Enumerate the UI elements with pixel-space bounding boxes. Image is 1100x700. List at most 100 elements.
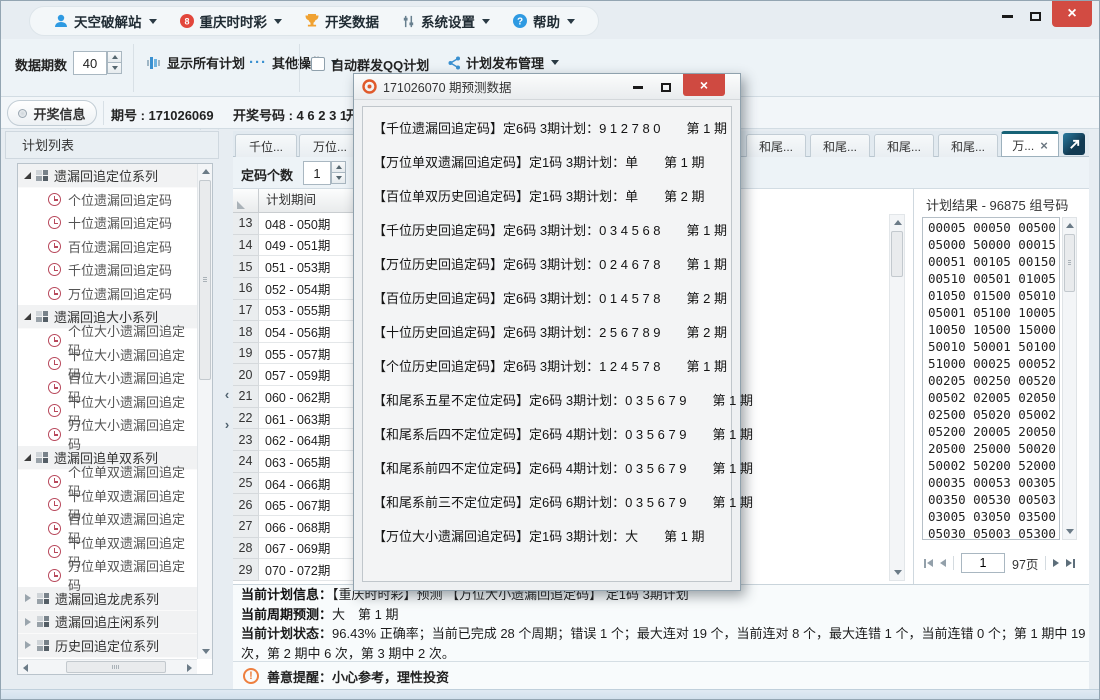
results-pager: 97页	[918, 551, 1075, 575]
tree-item[interactable]: 历史回追定位系列	[18, 634, 197, 658]
tree-item[interactable]: 个位遗漏回追定码	[18, 188, 197, 212]
results-list[interactable]: 00005 00050 00500 05000 50000 00015 0005…	[922, 217, 1060, 540]
scroll-up-icon[interactable]	[1062, 218, 1077, 233]
grid-header-period[interactable]: 计划期间	[259, 189, 357, 213]
results-scrollbar[interactable]	[1062, 217, 1077, 540]
table-row[interactable]: 13 048 - 050期	[233, 213, 358, 235]
page-number-input[interactable]	[961, 553, 1005, 573]
twisty-icon[interactable]	[25, 594, 31, 602]
code-count-stepper[interactable]	[331, 161, 346, 185]
menu-lottery[interactable]: 8 重庆时时彩	[170, 11, 292, 31]
menu-help[interactable]: ? 帮助	[503, 11, 584, 31]
scroll-up-icon[interactable]	[890, 215, 905, 230]
spin-down-icon[interactable]	[331, 172, 346, 184]
table-row[interactable]: 28 067 - 069期	[233, 538, 358, 560]
dialog-maximize-button[interactable]	[654, 79, 678, 95]
tab-close-icon[interactable]: ×	[1040, 138, 1048, 153]
tree-item[interactable]: 遗漏回追庄闲系列	[18, 611, 197, 635]
prev-page-button[interactable]	[940, 559, 946, 567]
tree-horizontal-scrollbar[interactable]	[18, 659, 197, 674]
collapse-left-button[interactable]: ‹	[221, 381, 233, 407]
maximize-button[interactable]	[1022, 7, 1048, 25]
results-row: 00005 00050 00500	[928, 220, 1059, 237]
scrollbar-thumb[interactable]	[66, 661, 166, 673]
code-count-input[interactable]	[303, 161, 331, 185]
scroll-up-icon[interactable]	[198, 164, 213, 179]
tree-item[interactable]: 千位遗漏回追定码	[18, 258, 197, 282]
draw-info-button[interactable]: 开奖信息	[7, 100, 97, 126]
table-row[interactable]: 23 062 - 064期	[233, 429, 358, 451]
table-row[interactable]: 29 070 - 072期	[233, 559, 358, 581]
scrollbar-thumb[interactable]	[891, 231, 903, 277]
period-cell: 060 - 062期	[259, 386, 357, 408]
menu-settings[interactable]: 系统设置	[392, 11, 499, 31]
twisty-icon[interactable]	[24, 454, 31, 461]
other-operations-button[interactable]: ··· 其他操作	[249, 53, 339, 72]
tree-item[interactable]: 百位遗漏回追定码	[18, 235, 197, 259]
warning-row: ! 善意提醒：小心参考，理性投资	[233, 661, 1100, 690]
tree-item[interactable]: 十位遗漏回追定码	[18, 211, 197, 235]
tree-vertical-scrollbar[interactable]	[197, 164, 212, 659]
show-all-plans-button[interactable]: 显示所有计划	[147, 53, 245, 72]
tab-hewei-1[interactable]: 和尾...	[746, 134, 806, 157]
scroll-down-icon[interactable]	[1062, 524, 1077, 539]
twisty-icon[interactable]	[25, 618, 31, 626]
scrollbar-thumb[interactable]	[1064, 234, 1075, 292]
dialog-minimize-button[interactable]	[626, 79, 650, 95]
scroll-down-icon[interactable]	[198, 644, 213, 659]
menu-site[interactable]: 天空破解站	[44, 11, 166, 31]
tree-item[interactable]: 遗漏回追定位系列	[18, 164, 197, 188]
table-row[interactable]: 27 066 - 068期	[233, 516, 358, 538]
menu-draw-data[interactable]: 开奖数据	[295, 11, 388, 31]
grid-corner-cell[interactable]	[233, 189, 259, 213]
dialog-close-button[interactable]: ×	[683, 74, 725, 96]
scroll-left-icon[interactable]	[18, 660, 33, 675]
table-row[interactable]: 19 055 - 057期	[233, 343, 358, 365]
row-number-cell: 20	[233, 364, 259, 386]
node-icon	[48, 404, 61, 417]
scroll-down-icon[interactable]	[890, 565, 905, 580]
node-icon	[48, 381, 61, 394]
table-row[interactable]: 15 051 - 053期	[233, 256, 358, 278]
popout-icon[interactable]	[1063, 133, 1085, 155]
auto-qq-checkbox[interactable]	[311, 57, 325, 71]
target-icon	[362, 79, 377, 94]
table-row[interactable]: 17 053 - 055期	[233, 300, 358, 322]
period-count-input[interactable]	[73, 51, 107, 75]
table-row[interactable]: 24 063 - 065期	[233, 451, 358, 473]
twisty-icon[interactable]	[24, 313, 31, 320]
twisty-icon[interactable]	[24, 172, 31, 179]
first-page-button[interactable]	[924, 559, 933, 568]
scrollbar-thumb[interactable]	[199, 180, 211, 380]
table-row[interactable]: 21 060 - 062期	[233, 386, 358, 408]
content-vertical-scrollbar[interactable]	[889, 214, 905, 581]
table-row[interactable]: 16 052 - 054期	[233, 278, 358, 300]
last-page-button[interactable]	[1066, 559, 1075, 568]
close-button[interactable]: ×	[1052, 1, 1092, 27]
table-row[interactable]: 18 054 - 056期	[233, 321, 358, 343]
tab-hewei-4[interactable]: 和尾...	[938, 134, 998, 157]
tree-item[interactable]: 万位单双遗漏回追定码	[18, 564, 197, 588]
tab-hewei-3[interactable]: 和尾...	[874, 134, 934, 157]
spin-down-icon[interactable]	[107, 62, 122, 74]
table-row[interactable]: 22 061 - 063期	[233, 408, 358, 430]
table-row[interactable]: 25 064 - 066期	[233, 473, 358, 495]
twisty-icon[interactable]	[25, 641, 31, 649]
table-row[interactable]: 20 057 - 059期	[233, 364, 358, 386]
tab-active-wan[interactable]: 万... ×	[1001, 131, 1059, 157]
plan-publish-button[interactable]: 计划发布管理	[447, 53, 559, 72]
period-count-stepper[interactable]	[107, 51, 122, 75]
table-row[interactable]: 14 049 - 051期	[233, 235, 358, 257]
expand-right-button[interactable]: ›	[221, 411, 233, 437]
tree-item[interactable]: 万位遗漏回追定码	[18, 282, 197, 306]
tab-hewei-2[interactable]: 和尾...	[810, 134, 870, 157]
tab-wanwei[interactable]: 万位...	[299, 134, 361, 157]
tree-item[interactable]: 万位大小遗漏回追定码	[18, 423, 197, 447]
minimize-button[interactable]	[994, 7, 1020, 25]
table-row[interactable]: 26 065 - 067期	[233, 494, 358, 516]
results-row: 20500 25000 50020	[928, 441, 1059, 458]
results-row: 05001 05100 10005	[928, 305, 1059, 322]
tab-qianwei[interactable]: 千位...	[235, 134, 297, 157]
scroll-right-icon[interactable]	[182, 660, 197, 675]
next-page-button[interactable]	[1053, 559, 1059, 567]
